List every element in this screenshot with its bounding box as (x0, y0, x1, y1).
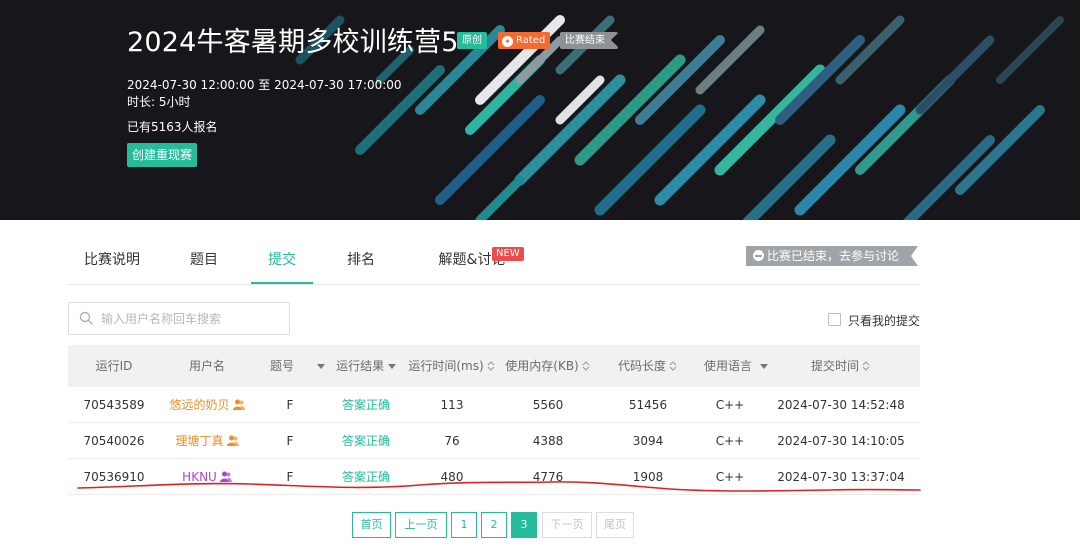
username-search-input[interactable] (101, 304, 281, 333)
first-page-button[interactable]: 首页 (352, 512, 391, 538)
last-page-button[interactable]: 尾页 (596, 512, 634, 538)
user-icon (232, 399, 245, 410)
table-row: 70543589 悠远的奶贝 F 答案正确 113 5560 51456 C++… (68, 387, 920, 423)
rated-icon: ✦ (502, 36, 513, 47)
header-submit-time[interactable]: 提交时间 (762, 345, 920, 387)
contest-ended-discuss-link[interactable]: 比赛已结束，去参与讨论 (746, 246, 918, 266)
contest-info: 2024牛客暑期多校训练营5 原创 ✦ Rated 比赛结束 2024-07-30… (127, 0, 727, 220)
cell-run-time: 113 (440, 398, 464, 412)
tab-description[interactable]: 比赛说明 (68, 240, 156, 284)
cell-result[interactable]: 答案正确 (326, 387, 406, 423)
header-run-time[interactable]: 运行时间(ms) (406, 345, 498, 387)
new-badge: NEW (492, 247, 524, 261)
cell-submit-time: 2024-07-30 14:52:48 (777, 398, 905, 412)
filter-icon[interactable] (316, 364, 325, 369)
sort-icon[interactable] (861, 360, 871, 372)
cell-memory: 4388 (532, 434, 564, 448)
cell-language: C++ (715, 398, 745, 412)
contest-signup-count: 已有5163人报名 (127, 120, 218, 134)
user-icon (226, 435, 239, 446)
only-mine-checkbox[interactable] (828, 313, 841, 326)
contest-title: 2024牛客暑期多校训练营5 (127, 27, 459, 58)
search-icon (79, 311, 93, 325)
cell-submit-time: 2024-07-30 14:10:05 (777, 434, 905, 448)
cell-run-time: 76 (444, 434, 460, 448)
cell-run-id[interactable]: 70543589 (68, 387, 160, 423)
contest-time-range: 2024-07-30 12:00:00 至 2024-07-30 17:00:0… (127, 78, 402, 92)
sort-icon[interactable] (668, 360, 678, 372)
tab-submissions[interactable]: 提交 (251, 240, 313, 284)
contest-tabs: 比赛说明 题目 提交 排名 解题&讨论 NEW 比赛已结束，去参与讨论 (68, 240, 920, 285)
sort-icon[interactable] (581, 360, 591, 372)
header-language[interactable]: 使用语言 (698, 345, 768, 387)
contest-ended-label: 比赛已结束，去参与讨论 (767, 249, 900, 263)
rated-tag-label: Rated (516, 35, 546, 46)
create-replay-button[interactable]: 创建重现赛 (127, 143, 198, 167)
only-mine-label: 只看我的提交 (848, 314, 921, 328)
cell-problem[interactable]: F (254, 423, 326, 459)
tab-problems[interactable]: 题目 (172, 240, 236, 284)
prev-page-button[interactable]: 上一页 (395, 512, 447, 538)
ended-tag: 比赛结束 (560, 32, 619, 49)
table-header: 运行ID 用户名 题号 运行结果 运行时间(ms) 使用内存(KB) 代码长度 … (68, 345, 920, 387)
cell-memory: 5560 (532, 398, 564, 412)
header-memory[interactable]: 使用内存(KB) (498, 345, 598, 387)
table-row: 70540026 理塘丁真 F 答案正确 76 4388 3094 C++ 20… (68, 423, 920, 459)
cell-problem[interactable]: F (254, 387, 326, 423)
header-run-id: 运行ID (95, 359, 133, 373)
cell-run-id[interactable]: 70540026 (68, 423, 160, 459)
minus-icon (753, 250, 764, 261)
cell-code-length: 3094 (632, 434, 664, 448)
header-result[interactable]: 运行结果 (326, 345, 406, 387)
header-problem[interactable]: 题号 (254, 345, 326, 387)
cell-code-length: 51456 (628, 398, 668, 412)
header-code-length[interactable]: 代码长度 (598, 345, 698, 387)
tab-ranking[interactable]: 排名 (330, 240, 392, 284)
cell-username[interactable]: 理塘丁真 (160, 423, 254, 459)
rated-tag: ✦ Rated (498, 32, 551, 49)
next-page-button[interactable]: 下一页 (542, 512, 592, 538)
contest-banner: 2024牛客暑期多校训练营5 原创 ✦ Rated 比赛结束 2024-07-30… (0, 0, 1080, 220)
original-tag: 原创 (457, 32, 487, 49)
header-username: 用户名 (188, 359, 225, 373)
cell-language: C++ (715, 434, 745, 448)
page-2-button[interactable]: 2 (481, 512, 507, 538)
page-1-button[interactable]: 1 (451, 512, 477, 538)
sort-icon[interactable] (486, 360, 496, 372)
contest-duration: 时长: 5小时 (127, 95, 191, 109)
search-box (68, 302, 290, 335)
filter-icon[interactable] (387, 364, 396, 369)
cell-result[interactable]: 答案正确 (326, 423, 406, 459)
page-3-button[interactable]: 3 (511, 512, 537, 538)
cell-username[interactable]: 悠远的奶贝 (160, 387, 254, 423)
red-underline-annotation (77, 481, 921, 492)
